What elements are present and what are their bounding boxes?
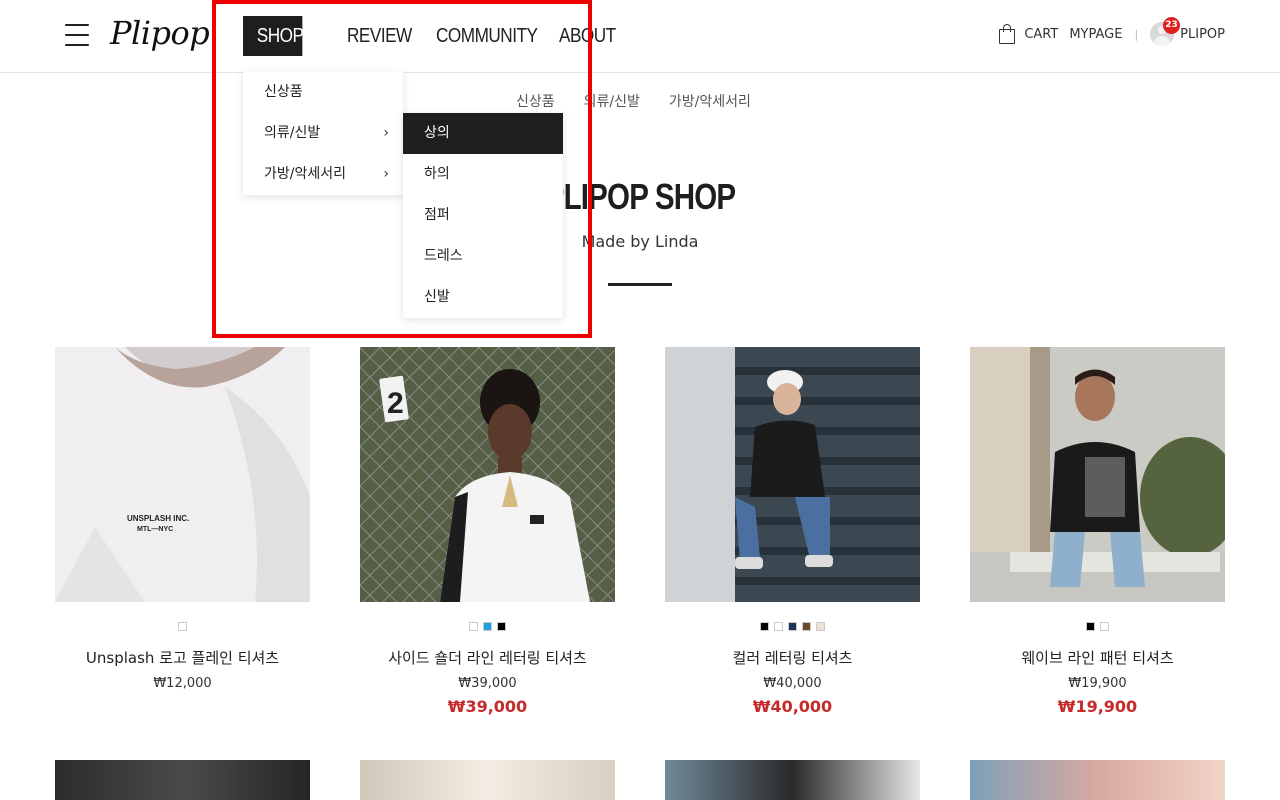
swatch-black[interactable] xyxy=(497,622,506,631)
swatch-white[interactable] xyxy=(469,622,478,631)
dropdown-item-clothing[interactable]: 의류/신발 › xyxy=(243,113,403,154)
submenu-item-shoes[interactable]: 신발 xyxy=(403,277,563,318)
swatch-blue[interactable] xyxy=(483,622,492,631)
tshirt-print-line1: UNSPLASH INC. xyxy=(127,514,189,523)
product-card[interactable]: 2 사이드 숄더 라인 레터링 티셔츠 ₩39,000 ₩39,000 xyxy=(360,347,615,716)
swatch-white[interactable] xyxy=(774,622,783,631)
subnav-item-new[interactable]: 신상품 xyxy=(516,91,555,111)
swatch-white[interactable] xyxy=(178,622,187,631)
product-price: ₩19,900 xyxy=(1068,676,1127,691)
product-price: ₩12,000 xyxy=(153,676,212,691)
dropdown-item-new[interactable]: 신상품 xyxy=(243,72,403,113)
product-price: ₩39,000 xyxy=(458,676,517,691)
product-name[interactable]: 사이드 숄더 라인 레터링 티셔츠 xyxy=(360,647,615,668)
product-image[interactable] xyxy=(665,760,920,800)
dropdown-item-bags[interactable]: 가방/악세서리 › xyxy=(243,154,403,195)
username-link[interactable]: PLIPOP xyxy=(1180,27,1225,42)
submenu-item-jumpers[interactable]: 점퍼 xyxy=(403,195,563,236)
page-subtitle: Made by Linda xyxy=(581,232,699,251)
subnav-item-bags[interactable]: 가방/악세서리 xyxy=(669,91,751,111)
product-name[interactable]: Unsplash 로고 플레인 티셔츠 xyxy=(55,647,310,668)
swatch-beige[interactable] xyxy=(816,622,825,631)
dropdown-item-label: 가방/악세서리 xyxy=(264,166,346,182)
product-sale-price: ₩39,000 xyxy=(447,697,528,716)
product-image[interactable] xyxy=(665,347,920,602)
utility-links: CART MYPAGE | PLIPOP xyxy=(998,22,1225,46)
product-image[interactable] xyxy=(970,760,1225,800)
cart-link[interactable]: CART xyxy=(1024,27,1058,42)
divider: | xyxy=(1134,27,1139,41)
mypage-link[interactable]: MYPAGE xyxy=(1069,27,1122,42)
color-swatches xyxy=(970,622,1225,632)
swatch-black[interactable] xyxy=(1086,622,1095,631)
subnav-item-clothing[interactable]: 의류/신발 xyxy=(584,91,640,111)
site-logo[interactable]: Plipop xyxy=(110,14,210,52)
product-name[interactable]: 웨이브 라인 패턴 티셔츠 xyxy=(970,647,1225,668)
product-image[interactable] xyxy=(970,347,1225,602)
product-card[interactable]: 컬러 레터링 티셔츠 ₩40,000 ₩40,000 xyxy=(665,347,920,716)
title-divider xyxy=(608,283,672,286)
submenu-item-tops[interactable]: 상의 xyxy=(403,113,563,154)
color-swatches xyxy=(665,622,920,632)
swatch-black[interactable] xyxy=(760,622,769,631)
product-sale-price: ₩40,000 xyxy=(752,697,833,716)
tshirt-print-line2: MTL—NYC xyxy=(137,526,173,533)
nav-about[interactable]: ABOUT xyxy=(559,16,616,56)
swatch-white[interactable] xyxy=(1100,622,1109,631)
product-image[interactable] xyxy=(55,760,310,800)
shop-dropdown-menu: 신상품 의류/신발 › 가방/악세서리 › xyxy=(243,72,403,195)
site-header: Plipop SHOP REVIEW COMMUNITY ABOUT CART … xyxy=(0,0,1280,73)
dropdown-item-label: 신상품 xyxy=(264,84,303,100)
fence-number-sign: 2 xyxy=(387,387,404,420)
shopping-bag-icon[interactable] xyxy=(998,24,1016,44)
nav-review[interactable]: REVIEW xyxy=(347,16,412,56)
dropdown-item-label: 의류/신발 xyxy=(264,125,321,141)
product-image[interactable] xyxy=(360,760,615,800)
product-sale-price: ₩19,900 xyxy=(1057,697,1138,716)
product-image[interactable]: UNSPLASH INC. MTL—NYC xyxy=(55,347,310,602)
product-name[interactable]: 컬러 레터링 티셔츠 xyxy=(665,647,920,668)
hamburger-menu-icon[interactable] xyxy=(65,24,89,46)
product-image[interactable]: 2 xyxy=(360,347,615,602)
swatch-brown[interactable] xyxy=(802,622,811,631)
product-price: ₩40,000 xyxy=(763,676,822,691)
color-swatches xyxy=(55,622,310,632)
product-card[interactable]: UNSPLASH INC. MTL—NYC Unsplash 로고 플레인 티셔… xyxy=(55,347,310,691)
submenu-item-dresses[interactable]: 드레스 xyxy=(403,236,563,277)
swatch-navy[interactable] xyxy=(788,622,797,631)
clothing-submenu: 상의 하의 점퍼 드레스 신발 xyxy=(403,113,563,318)
main-nav: SHOP REVIEW COMMUNITY ABOUT xyxy=(243,16,616,56)
notification-badge: 23 xyxy=(1163,17,1180,34)
color-swatches xyxy=(360,622,615,632)
nav-shop[interactable]: SHOP xyxy=(243,16,304,56)
submenu-item-bottoms[interactable]: 하의 xyxy=(403,154,563,195)
chevron-right-icon: › xyxy=(383,166,389,182)
product-card[interactable]: 웨이브 라인 패턴 티셔츠 ₩19,900 ₩19,900 xyxy=(970,347,1225,716)
chevron-right-icon: › xyxy=(383,125,389,141)
category-subnav: 신상품 의류/신발 가방/악세서리 xyxy=(516,91,751,111)
nav-community[interactable]: COMMUNITY xyxy=(436,16,538,56)
